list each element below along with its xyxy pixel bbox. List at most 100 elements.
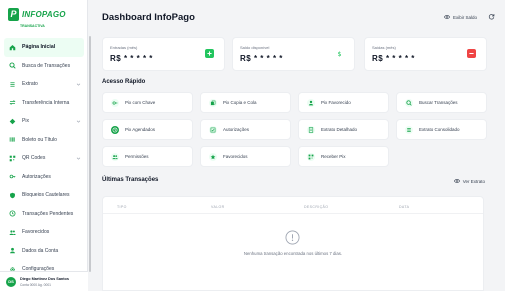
sidebar-item-label: Autorizações <box>22 173 51 180</box>
plus-icon <box>205 49 214 58</box>
clock-icon <box>8 210 16 218</box>
user-icon <box>307 98 315 107</box>
avatar: DS <box>6 277 16 287</box>
sidebar-item-autorizacoes[interactable]: Autorizações <box>4 168 84 187</box>
transactions-title: Últimas Transações <box>102 177 159 183</box>
quick-pix-copia-cola[interactable]: Pix Copia e Cola <box>200 92 291 113</box>
column-header-data: DATA <box>399 205 410 209</box>
quick-pix-agendados[interactable]: Pix Agendados <box>102 119 193 140</box>
sidebar-item-extrato[interactable]: Extrato <box>4 75 84 94</box>
quick-pix-chave[interactable]: Pix com Chave <box>102 92 193 113</box>
home-icon <box>8 43 16 51</box>
card-entradas: Entradas (mês) R$ * * * * * <box>102 37 225 71</box>
brand-tagline: TRANSACTIVA <box>20 24 45 28</box>
column-header-descricao: DESCRIÇÃO <box>304 205 329 209</box>
card-label: Saldo disponível <box>240 45 270 50</box>
empty-state-text: Nenhuma transação encontrada nos últimos… <box>243 251 343 256</box>
sidebar-item-boleto[interactable]: Boleto ou Título <box>4 131 84 150</box>
chevron-down-icon <box>76 83 81 86</box>
sidebar-item-transferencia[interactable]: Transferência Interna <box>4 94 84 113</box>
sidebar-item-label: Transações Pendentes <box>22 210 74 217</box>
card-saldo: Saldo disponível R$ * * * * * $ <box>232 37 355 71</box>
info-icon <box>285 230 300 245</box>
sidebar: P INFOPAGO TRANSACTIVA Página Inicial Bu… <box>0 0 88 291</box>
sidebar-item-label: Pix <box>22 118 29 125</box>
users-icon <box>111 152 119 161</box>
quick-label: Autorizações <box>223 127 250 132</box>
sidebar-item-label: QR Codes <box>22 155 46 162</box>
sidebar-item-pendentes[interactable]: Transações Pendentes <box>4 205 84 224</box>
search-icon <box>8 62 16 70</box>
key-icon <box>111 98 119 107</box>
doc-icon <box>307 125 315 134</box>
dollar-icon: $ <box>335 49 344 58</box>
pix-icon <box>8 117 16 125</box>
card-value: R$ * * * * * <box>110 54 153 63</box>
quick-label: Buscar Transações <box>419 100 458 105</box>
star-icon <box>209 152 217 161</box>
chevron-down-icon <box>76 157 81 160</box>
check-icon <box>209 125 217 134</box>
list-icon <box>8 80 16 88</box>
sidebar-item-label: Extrato <box>22 81 38 88</box>
sidebar-nav: Página Inicial Busca de Transações Extra… <box>4 38 84 279</box>
user-profile[interactable]: DS Diego Martinez Dos Santos Conta 0000 … <box>0 271 88 291</box>
sidebar-item-label: Busca de Transações <box>22 62 71 69</box>
quick-pix-favorecido[interactable]: Pix Favorecido <box>298 92 389 113</box>
transactions-table: TIPO VALOR DESCRIÇÃO DATA Nenhuma transa… <box>102 196 484 291</box>
view-statement-button[interactable]: Ver Extrato <box>453 178 485 184</box>
quick-autorizacoes[interactable]: Autorizações <box>200 119 291 140</box>
quick-label: Permissões <box>125 154 149 159</box>
sidebar-scrollbar[interactable] <box>88 36 92 272</box>
quick-extrato-consolidado[interactable]: Extrato Consolidado <box>396 119 487 140</box>
copy-icon <box>209 98 217 107</box>
scrollbar-thumb[interactable] <box>89 36 91 272</box>
page-title: Dashboard InfoPago <box>102 12 195 23</box>
users-icon <box>8 228 16 236</box>
main-content: Dashboard InfoPago Exibir Saldo Entradas… <box>96 0 505 291</box>
card-label: Saídas (mês) <box>372 45 396 50</box>
column-header-valor: VALOR <box>211 205 225 209</box>
quick-buscar-transacoes[interactable]: Buscar Transações <box>396 92 487 113</box>
table-header-divider <box>103 213 483 214</box>
sidebar-item-label: Favorecidos <box>22 229 50 236</box>
sidebar-item-label: Página Inicial <box>22 44 56 51</box>
sidebar-item-qrcodes[interactable]: QR Codes <box>4 149 84 168</box>
quick-permissoes[interactable]: Permissões <box>102 146 193 167</box>
transfer-icon <box>8 99 16 107</box>
minus-icon <box>467 49 476 58</box>
summary-cards: Entradas (mês) R$ * * * * * Saldo dispon… <box>102 37 487 71</box>
quick-label: Pix Agendados <box>125 127 156 132</box>
brand-logo[interactable]: P INFOPAGO <box>8 8 66 21</box>
quick-label: Pix Favorecido <box>321 100 351 105</box>
quick-label: Extrato Detalhado <box>321 127 358 132</box>
quick-label: Favorecidos <box>223 154 248 159</box>
user-name: Diego Martinez Dos Santos <box>20 277 69 281</box>
sidebar-item-label: Boleto ou Título <box>22 136 57 143</box>
logo-mark: P <box>8 8 19 21</box>
quick-extrato-detalhado[interactable]: Extrato Detalhado <box>298 119 389 140</box>
quick-receber-pix[interactable]: Receber Pix <box>298 146 389 167</box>
show-balance-button[interactable]: Exibir Saldo <box>443 14 477 20</box>
sidebar-item-busca[interactable]: Busca de Transações <box>4 57 84 76</box>
quick-favorecidos[interactable]: Favorecidos <box>200 146 291 167</box>
show-balance-label: Exibir Saldo <box>452 14 477 20</box>
svg-text:$: $ <box>337 51 341 57</box>
card-saidas: Saídas (mês) R$ * * * * * <box>364 37 487 71</box>
sidebar-item-favorecidos[interactable]: Favorecidos <box>4 223 84 242</box>
card-value: R$ * * * * * <box>240 54 283 63</box>
quick-label: Extrato Consolidado <box>419 127 460 132</box>
sidebar-item-pix[interactable]: Pix <box>4 112 84 131</box>
quick-label: Pix com Chave <box>125 100 156 105</box>
key-icon <box>8 173 16 181</box>
user-icon <box>8 247 16 255</box>
refresh-icon[interactable] <box>488 13 495 20</box>
sidebar-item-dados-conta[interactable]: Dados da Conta <box>4 242 84 261</box>
sidebar-item-bloqueios[interactable]: Bloqueios Cautelares <box>4 186 84 205</box>
sidebar-item-pagina-inicial[interactable]: Página Inicial <box>4 38 84 57</box>
view-statement-label: Ver Extrato <box>462 178 485 184</box>
search-icon <box>405 98 413 107</box>
barcode-icon <box>8 136 16 144</box>
qrcode-icon <box>8 154 16 162</box>
user-account: Conta 0000 Ag. 0001 <box>20 283 51 287</box>
